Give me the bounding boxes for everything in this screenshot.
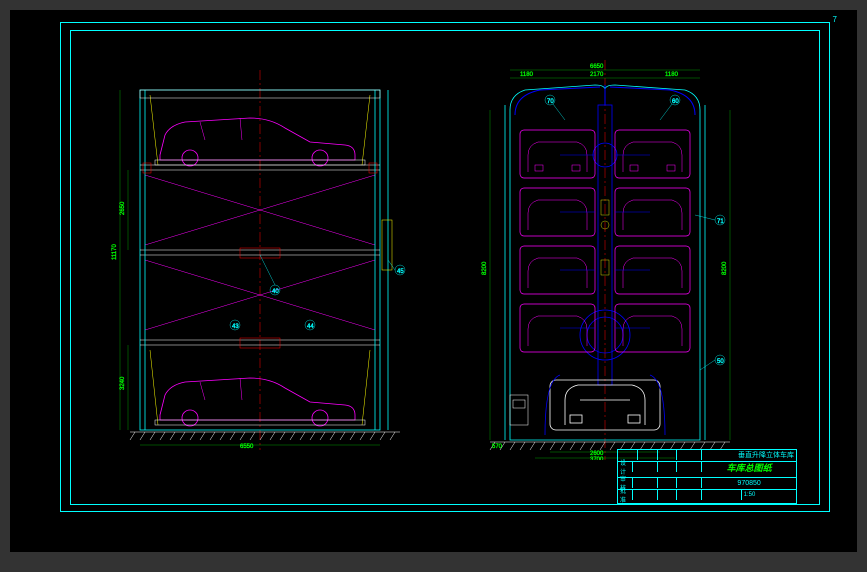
tb-cell (638, 450, 658, 460)
svg-text:8200: 8200 (722, 261, 728, 275)
svg-text:60: 60 (672, 99, 679, 105)
cad-drawing-canvas: 7 (10, 10, 857, 552)
tb-title: 车库总图纸 (702, 462, 796, 472)
tb-approved-label: 批准 (618, 490, 633, 500)
corner-mark-top-right: 7 (833, 15, 837, 24)
svg-text:3700: 3700 (590, 457, 604, 460)
front-elevation-view: 6650 1180 2170 1180 2600 3700 8200 (450, 60, 760, 460)
svg-text:71: 71 (717, 219, 724, 225)
tb-cell (658, 450, 678, 460)
svg-text:44: 44 (307, 324, 314, 330)
svg-text:45: 45 (397, 269, 404, 275)
svg-text:11170: 11170 (112, 244, 118, 260)
tb-cell (658, 462, 678, 472)
svg-text:6650: 6650 (590, 64, 604, 70)
tb-cell (633, 462, 658, 472)
tb-cell (633, 490, 658, 500)
tb-number: 970850 (702, 478, 796, 488)
svg-text:2170: 2170 (590, 72, 604, 78)
tb-cell (633, 478, 658, 488)
svg-text:43: 43 (232, 324, 239, 330)
svg-text:40: 40 (272, 289, 279, 295)
title-block: 垂直升降立体车库 设计 车库总图纸 审核 970850 批准 (617, 449, 797, 504)
svg-text:3240: 3240 (120, 376, 126, 390)
svg-text:2650: 2650 (120, 201, 126, 215)
tb-cell (677, 450, 702, 460)
tb-cell (677, 478, 702, 488)
tb-cell (677, 462, 702, 472)
svg-text:1180: 1180 (665, 72, 679, 78)
svg-text:50: 50 (717, 359, 724, 365)
tb-cell (677, 490, 702, 500)
tb-subtitle: 垂直升降立体车库 (702, 450, 796, 460)
side-elevation-view: 11170 6550 2650 3240 40 43 44 45 (110, 70, 410, 450)
svg-text:570: 570 (492, 444, 503, 450)
tb-scale: 1:50 (742, 490, 796, 500)
svg-text:8200: 8200 (482, 261, 488, 275)
tb-cell (658, 478, 678, 488)
svg-text:1180: 1180 (520, 72, 534, 78)
tb-cell (658, 490, 678, 500)
tb-designed-label: 设计 (618, 462, 633, 472)
svg-text:6550: 6550 (240, 444, 254, 450)
tb-cell (702, 490, 742, 500)
